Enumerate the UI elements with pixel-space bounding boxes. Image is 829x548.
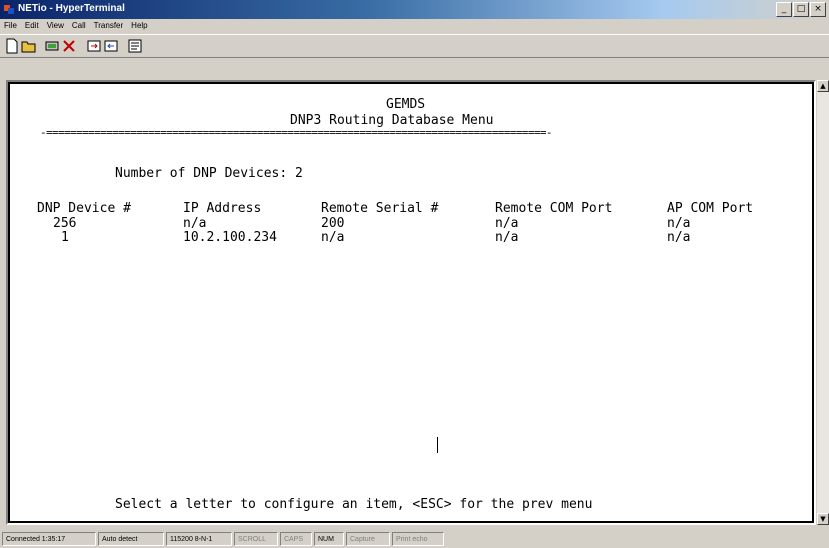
device-count-label: Number of DNP Devices: 2: [115, 166, 303, 181]
table-cell-remote-com: n/a: [495, 230, 519, 245]
status-connected: Connected 1:35:17: [2, 532, 96, 546]
scroll-down-button[interactable]: ▼: [817, 513, 829, 525]
close-button[interactable]: ×: [810, 2, 826, 17]
disconnect-icon[interactable]: [61, 38, 77, 54]
send-icon[interactable]: [86, 38, 102, 54]
status-num: NUM: [314, 532, 344, 546]
vertical-scrollbar[interactable]: ▲ ▼: [817, 80, 829, 525]
menu-file[interactable]: File: [4, 19, 17, 33]
new-icon[interactable]: [4, 38, 20, 54]
status-scroll: SCROLL: [234, 532, 278, 546]
minimize-button[interactable]: _: [776, 2, 792, 17]
scroll-up-button[interactable]: ▲: [817, 80, 829, 92]
text-cursor: [437, 437, 438, 453]
status-capture: Capture: [346, 532, 390, 546]
receive-icon[interactable]: [103, 38, 119, 54]
menu-help[interactable]: Help: [131, 19, 147, 33]
status-caps: CAPS: [280, 532, 312, 546]
table-cell-serial: 200: [321, 216, 345, 231]
open-icon[interactable]: [21, 38, 37, 54]
table-cell-ip: n/a: [183, 216, 207, 231]
table-cell-ap-com: n/a: [667, 230, 691, 245]
app-icon: [4, 5, 14, 14]
terminal-header-title: GEMDS: [386, 97, 426, 112]
menu-edit[interactable]: Edit: [25, 19, 39, 33]
toolbar: [0, 34, 829, 58]
terminal-footer-prompt: Select a letter to configure an item, <E…: [115, 497, 593, 512]
column-header-ip-address: IP Address: [183, 201, 262, 216]
window-title: NETio - HyperTerminal: [18, 3, 125, 14]
column-header-dnp-device: DNP Device #: [37, 201, 131, 216]
terminal-separator: -=======================================…: [40, 126, 553, 139]
status-settings: 115200 8-N-1: [166, 532, 232, 546]
menu-call[interactable]: Call: [72, 19, 86, 33]
table-cell-serial: n/a: [321, 230, 345, 245]
table-cell-device: 256: [53, 216, 77, 231]
menu-view[interactable]: View: [47, 19, 64, 33]
menu-bar: File Edit View Call Transfer Help: [0, 19, 829, 33]
terminal-window[interactable]: [6, 80, 816, 525]
window-controls: _ □ ×: [776, 2, 826, 17]
properties-icon[interactable]: [127, 38, 143, 54]
status-print-echo: Print echo: [392, 532, 444, 546]
terminal-border: [8, 82, 814, 523]
table-cell-device: 1: [61, 230, 69, 245]
table-cell-ip: 10.2.100.234: [183, 230, 277, 245]
status-bar: Connected 1:35:17 Auto detect 115200 8-N…: [0, 530, 829, 548]
table-cell-remote-com: n/a: [495, 216, 519, 231]
column-header-remote-serial: Remote Serial #: [321, 201, 439, 216]
column-header-remote-com-port: Remote COM Port: [495, 201, 613, 216]
column-header-ap-com-port: AP COM Port: [667, 201, 754, 216]
title-bar: NETio - HyperTerminal _ □ ×: [0, 0, 829, 19]
table-cell-ap-com: n/a: [667, 216, 691, 231]
maximize-button[interactable]: □: [793, 2, 809, 17]
connect-icon[interactable]: [44, 38, 60, 54]
status-detect: Auto detect: [98, 532, 164, 546]
menu-transfer[interactable]: Transfer: [94, 19, 124, 33]
